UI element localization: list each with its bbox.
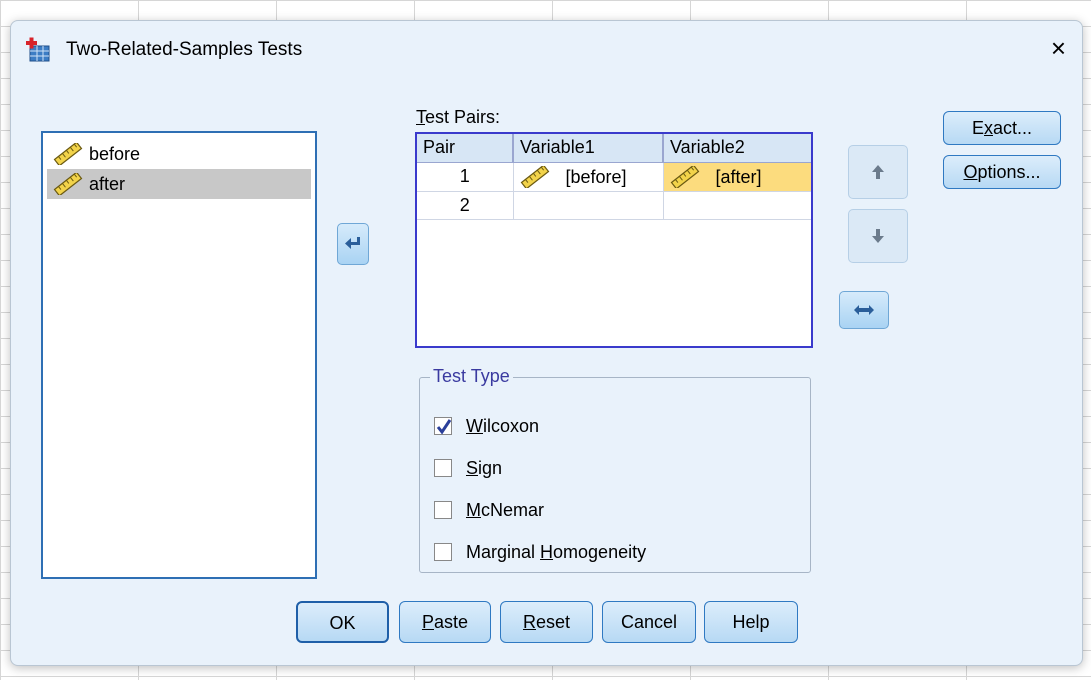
source-variable-list[interactable]: before after	[41, 131, 317, 579]
exact-button[interactable]: Exact...	[943, 111, 1061, 145]
variable-label: after	[89, 174, 126, 194]
wilcoxon-checkbox[interactable]	[434, 417, 452, 435]
table-row[interactable]: 2	[417, 191, 811, 220]
wilcoxon-label: Wilcoxon	[466, 416, 540, 436]
two-related-samples-dialog: Two-Related-Samples Tests × before after…	[10, 20, 1083, 666]
checkmark-icon	[436, 419, 452, 435]
table-row[interactable]: 1 [before] [after]	[417, 162, 811, 192]
ok-button[interactable]: OK	[296, 601, 389, 643]
ruler-icon	[520, 166, 550, 188]
cancel-button[interactable]: Cancel	[602, 601, 696, 643]
pair1-variable2-cell[interactable]: [after]	[663, 162, 811, 192]
header-variable1: Variable1	[513, 134, 664, 163]
options-button[interactable]: Options...	[943, 155, 1061, 189]
move-variable-button[interactable]	[337, 223, 369, 265]
pair-number: 2	[417, 191, 514, 220]
arrow-up-icon	[872, 165, 884, 179]
reset-button[interactable]: Reset	[500, 601, 593, 643]
pair-number: 1	[417, 162, 514, 192]
pair2-variable2-cell[interactable]	[663, 191, 811, 220]
sign-label: Sign	[466, 458, 503, 478]
arrow-left-icon	[345, 237, 360, 249]
paste-button[interactable]: Paste	[399, 601, 491, 643]
test-pairs-label: Test Pairs:	[416, 107, 501, 127]
grid-header-row: Pair Variable1 Variable2	[417, 134, 811, 163]
header-variable2: Variable2	[663, 134, 811, 163]
test-pairs-grid[interactable]: Pair Variable1 Variable2 1 [before] [aft…	[415, 132, 813, 348]
arrow-down-icon	[872, 229, 884, 243]
swap-variables-button[interactable]	[839, 291, 889, 329]
move-pair-up-button[interactable]	[848, 145, 908, 199]
pair2-variable1-cell[interactable]	[513, 191, 664, 220]
mcnemar-checkbox[interactable]	[434, 501, 452, 519]
spss-app-icon	[26, 37, 50, 62]
header-pair: Pair	[417, 134, 514, 163]
variable-label: before	[89, 144, 141, 164]
ruler-icon	[53, 173, 83, 195]
ruler-icon	[670, 166, 700, 188]
pair1-variable1-cell[interactable]: [before]	[513, 162, 664, 192]
mcnemar-label: McNemar	[466, 500, 545, 520]
variable-item-before[interactable]: before	[47, 139, 311, 169]
variable-item-after[interactable]: after	[47, 169, 311, 199]
marginal-homogeneity-label: Marginal Homogeneity	[466, 542, 647, 562]
title-bar: Two-Related-Samples Tests ×	[11, 21, 1082, 79]
close-button[interactable]: ×	[1051, 34, 1066, 62]
test-type-group: Test Type Wilcoxon Sign McNemar Marginal…	[419, 366, 811, 573]
help-button[interactable]: Help	[704, 601, 798, 643]
marginal-homogeneity-checkbox[interactable]	[434, 543, 452, 561]
ruler-icon	[53, 143, 83, 165]
swap-arrows-icon	[854, 305, 874, 315]
dialog-title: Two-Related-Samples Tests	[66, 39, 303, 60]
sign-checkbox[interactable]	[434, 459, 452, 477]
move-pair-down-button[interactable]	[848, 209, 908, 263]
test-type-title: Test Type	[430, 366, 513, 387]
